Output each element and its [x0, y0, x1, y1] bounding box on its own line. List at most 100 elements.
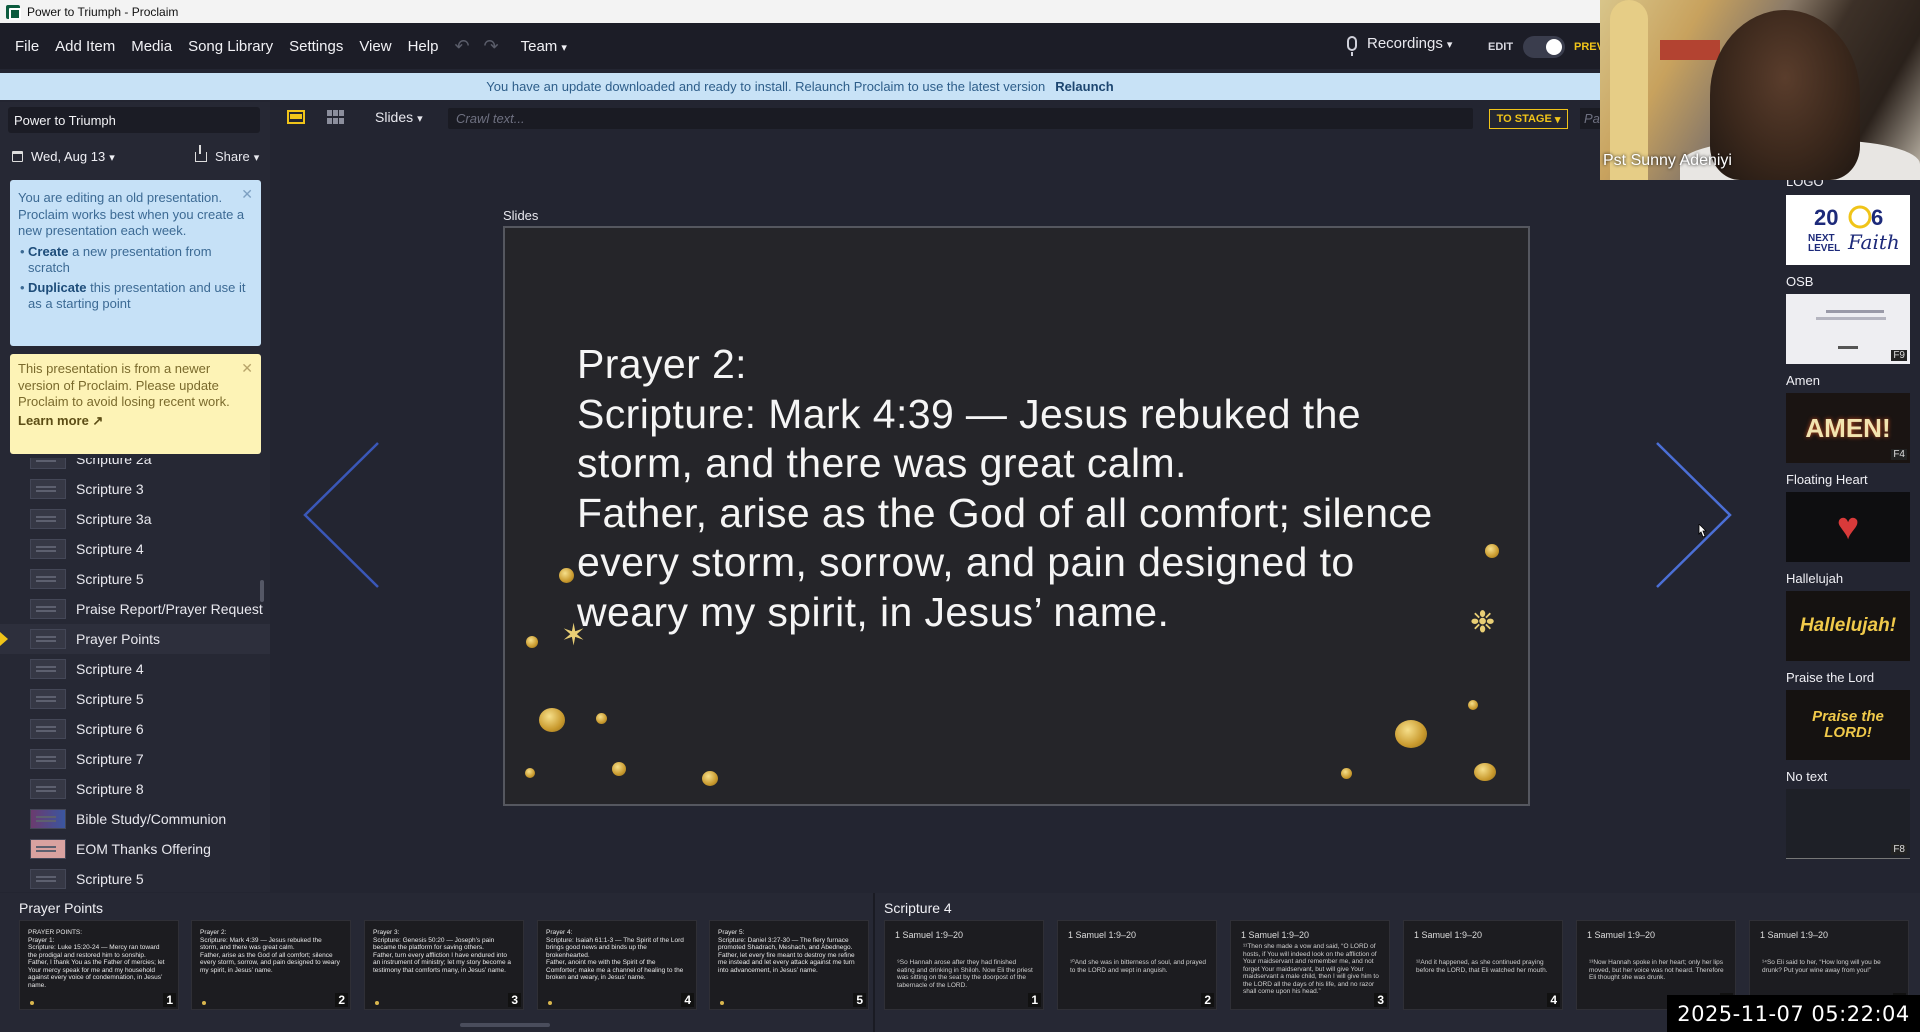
service-date-dropdown[interactable]: Wed, Aug 13: [12, 149, 115, 164]
learn-more-link[interactable]: Learn more ↗: [18, 413, 103, 430]
service-item[interactable]: EOM Thanks Offering: [0, 834, 270, 864]
signal-hallelujah[interactable]: Hallelujah!: [1786, 591, 1910, 661]
service-item[interactable]: Scripture 4: [0, 534, 270, 564]
menu-song-library[interactable]: Song Library: [188, 38, 273, 55]
slide-thumbnail[interactable]: Prayer 5: Scripture: Daniel 3:27-30 — Th…: [709, 920, 869, 1010]
menu-file[interactable]: File: [15, 38, 39, 55]
service-item[interactable]: Scripture 5: [0, 864, 270, 894]
signal-label: Praise the Lord: [1786, 670, 1875, 685]
slide-thumbnail[interactable]: 1 Samuel 1:9–20 ⁹So Hannah arose after t…: [884, 920, 1044, 1010]
grid-view-icon[interactable]: [327, 110, 344, 124]
option-duplicate[interactable]: Duplicate this presentation and use it a…: [18, 280, 253, 313]
item-thumbnail: [30, 809, 66, 829]
recordings-dropdown[interactable]: Recordings: [1347, 35, 1452, 56]
service-item-list: Scripture 2a Scripture 3 Scripture 3a Sc…: [0, 458, 270, 894]
menu-help[interactable]: Help: [408, 38, 439, 55]
service-item[interactable]: Bible Study/Communion: [0, 804, 270, 834]
menu-media[interactable]: Media: [131, 38, 172, 55]
hotkey-badge: F9: [1891, 350, 1907, 361]
menu-add-item[interactable]: Add Item: [55, 38, 115, 55]
webcam-person: [1710, 10, 1860, 180]
slide-thumbnail[interactable]: 1 Samuel 1:9–20 ¹²And it happened, as sh…: [1403, 920, 1563, 1010]
slide-number: 4: [681, 993, 694, 1007]
slide-text: Prayer 2: Scripture: Mark 4:39 — Jesus r…: [577, 341, 1433, 635]
slide-number: 4: [1547, 993, 1560, 1007]
old-presentation-text: You are editing an old presentation. Pro…: [18, 190, 245, 238]
service-item-active[interactable]: Prayer Points: [0, 624, 270, 654]
option-create[interactable]: Create a new presentation from scratch: [18, 244, 253, 277]
scripture-reference: 1 Samuel 1:9–20: [895, 930, 964, 940]
slide-number: 2: [1201, 993, 1214, 1007]
gold-flake: [526, 636, 538, 648]
item-thumbnail: [30, 779, 66, 799]
slide-thumbnail[interactable]: Prayer 3: Scripture: Genesis 50:20 — Jos…: [364, 920, 524, 1010]
single-view-icon[interactable]: [287, 110, 305, 124]
gold-flake: [1485, 544, 1499, 558]
share-dropdown[interactable]: Share: [195, 144, 259, 164]
service-item[interactable]: Scripture 6: [0, 714, 270, 744]
hotkey-badge: F8: [1891, 844, 1907, 855]
thumbnail-text: ¹²And it happened, as she continued pray…: [1416, 959, 1548, 974]
service-item[interactable]: Scripture 4: [0, 654, 270, 684]
close-icon[interactable]: ✕: [241, 360, 253, 377]
service-item[interactable]: Scripture 5: [0, 684, 270, 714]
slide-number: 1: [163, 993, 176, 1007]
signal-no-text[interactable]: F8: [1786, 789, 1910, 859]
next-slide-arrow-icon[interactable]: [1655, 440, 1735, 590]
svg-text:Faith: Faith: [1847, 230, 1900, 254]
relaunch-link[interactable]: Relaunch: [1055, 79, 1114, 94]
signal-logo[interactable]: 20 6 NEXT LEVEL Faith: [1786, 195, 1910, 265]
item-thumbnail: [30, 539, 66, 559]
slide-strip-scrollbar[interactable]: [460, 1023, 550, 1027]
item-thumbnail: [30, 719, 66, 739]
gold-flake: [1341, 768, 1352, 779]
menu-view[interactable]: View: [359, 38, 391, 55]
slide-thumbnail[interactable]: Prayer 2: Scripture: Mark 4:39 — Jesus r…: [191, 920, 351, 1010]
window-title: Power to Triumph - Proclaim: [27, 4, 179, 19]
menu-settings[interactable]: Settings: [289, 38, 343, 55]
gold-flake: [1474, 763, 1496, 781]
item-thumbnail: [30, 509, 66, 529]
slides-label: Slides: [503, 208, 539, 223]
edit-preview-toggle[interactable]: [1523, 36, 1565, 58]
slide-thumbnail[interactable]: 1 Samuel 1:9–20 ¹⁰And she was in bittern…: [1057, 920, 1217, 1010]
service-item[interactable]: Praise Report/Prayer Request: [0, 594, 270, 624]
gold-snowflake: ❉: [1470, 606, 1496, 639]
thumbnail-text: Prayer 5: Scripture: Daniel 3:27-30 — Th…: [718, 929, 855, 974]
slides-dropdown[interactable]: Slides: [375, 109, 423, 125]
signal-praise-the-lord[interactable]: Praise the LORD!: [1786, 690, 1910, 760]
gold-flake: [1468, 700, 1478, 710]
signal-amen[interactable]: AMEN! F4: [1786, 393, 1910, 463]
slide-thumbnail[interactable]: PRAYER POINTS: Prayer 1: Scripture: Luke…: [19, 920, 179, 1010]
group-label: Prayer Points: [19, 900, 104, 916]
signal-floating-heart[interactable]: ♥: [1786, 492, 1910, 562]
slide-number: 5: [853, 993, 866, 1007]
gold-flake: [30, 1001, 34, 1005]
gold-flake: [375, 1001, 379, 1005]
redo-icon[interactable]: ↷: [484, 36, 499, 57]
team-dropdown[interactable]: Team: [521, 38, 567, 55]
service-item[interactable]: Scripture 8: [0, 774, 270, 804]
slide-number: 1: [1028, 993, 1041, 1007]
service-item[interactable]: Scripture 5: [0, 564, 270, 594]
thumbnail-text: Prayer 3: Scripture: Genesis 50:20 — Jos…: [373, 929, 511, 974]
webcam-overlay: Pst Sunny Adeniyi: [1600, 0, 1920, 180]
service-item[interactable]: Scripture 3: [0, 474, 270, 504]
scripture-reference: 1 Samuel 1:9–20: [1068, 930, 1137, 940]
svg-text:20: 20: [1814, 205, 1838, 230]
crawl-text-input[interactable]: Crawl text...: [448, 108, 1473, 129]
undo-icon[interactable]: ↶: [454, 36, 469, 57]
service-item[interactable]: Scripture 7: [0, 744, 270, 774]
service-item[interactable]: Scripture 2a: [0, 458, 270, 474]
signal-label: No text: [1786, 769, 1828, 784]
close-icon[interactable]: ✕: [241, 186, 253, 203]
slide-thumbnail[interactable]: Prayer 4: Scripture: Isaiah 61:1-3 — The…: [537, 920, 697, 1010]
gold-flake: [525, 768, 535, 778]
sidebar-scrollbar[interactable]: [260, 580, 264, 602]
presentation-title-field[interactable]: Power to Triumph: [8, 107, 260, 133]
previous-slide-arrow-icon[interactable]: [300, 440, 380, 590]
service-item[interactable]: Scripture 3a: [0, 504, 270, 534]
slide-thumbnail[interactable]: 1 Samuel 1:9–20 ¹¹Then she made a vow an…: [1230, 920, 1390, 1010]
signal-osb[interactable]: F9: [1786, 294, 1910, 364]
to-stage-button[interactable]: TO STAGE ▾: [1489, 109, 1568, 129]
